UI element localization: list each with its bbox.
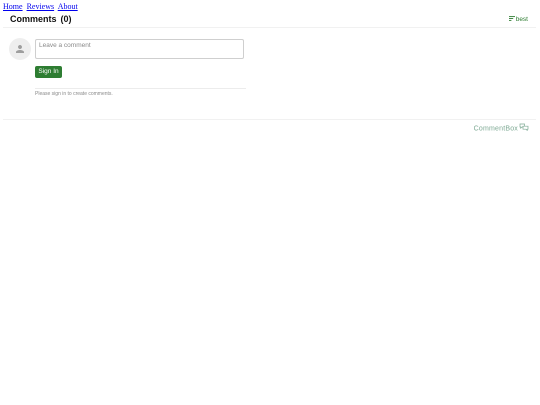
sort-label: best <box>515 16 528 24</box>
header-divider <box>3 27 536 28</box>
sign-in-note: Please sign in to create comments. <box>35 91 113 97</box>
footer-divider <box>3 119 536 120</box>
form-divider <box>35 88 246 89</box>
nav-link-reviews[interactable]: Reviews <box>27 2 55 11</box>
nav-link-home[interactable]: Home <box>3 2 23 11</box>
comments-heading: Comments (0) <box>10 14 72 25</box>
comments-count: (0) <box>60 14 72 24</box>
sort-icon <box>508 15 515 24</box>
top-nav: Home Reviews About <box>3 3 80 11</box>
comments-title: Comments <box>10 14 57 24</box>
brand-label: CommentBox <box>473 125 518 133</box>
sign-in-button[interactable]: Sign In <box>35 66 62 78</box>
nav-link-about[interactable]: About <box>58 2 78 11</box>
comment-bubbles-icon <box>519 123 529 134</box>
sort-control[interactable]: best <box>508 15 528 24</box>
comments-header: Comments (0) best <box>10 14 528 25</box>
comment-input[interactable] <box>35 39 244 59</box>
avatar <box>9 38 31 60</box>
commentbox-brand-link[interactable]: CommentBox <box>474 123 529 134</box>
user-icon <box>16 45 24 53</box>
